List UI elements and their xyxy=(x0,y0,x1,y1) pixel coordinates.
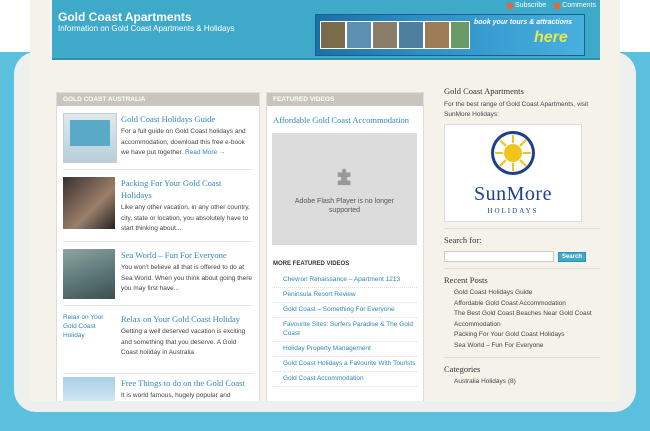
site-title[interactable]: Gold Coast Apartments xyxy=(58,10,192,24)
divider xyxy=(444,268,600,269)
plugin-puzzle-icon xyxy=(337,168,351,186)
banner-photo xyxy=(424,21,450,49)
recent-posts-title: Recent Posts xyxy=(444,275,488,285)
post-thumbnail[interactable] xyxy=(63,177,115,229)
featured-videos-column: FEATURED VIDEOS Affordable Gold Coast Ac… xyxy=(266,92,424,401)
rss-icon xyxy=(507,2,514,9)
banner-photo xyxy=(346,21,372,49)
post-excerpt: For a full guide on Gold Coast holidays … xyxy=(121,127,253,159)
search-label: Search for: xyxy=(444,235,482,245)
sun-logo-icon xyxy=(491,131,535,175)
post-item: Sea World – Fun For Everyone You won't b… xyxy=(63,249,253,306)
banner-text: book your tours & attractions xyxy=(474,19,573,26)
recent-post-link[interactable]: Gold Coast Holidays Guide xyxy=(444,288,600,299)
search-form: Search xyxy=(444,251,600,262)
banner-here: here xyxy=(534,29,568,46)
post-excerpt: It is world famous, hugely popular and xyxy=(121,392,231,399)
gold-coast-column: GOLD COAST AUSTRALIA Gold Coast Holidays… xyxy=(56,92,260,401)
post-excerpt: Like any other vacation, in any other co… xyxy=(121,204,250,232)
more-video-link[interactable]: Gold Coast Holidays a Favourite With Tou… xyxy=(273,357,417,372)
more-video-link[interactable]: Holiday Property Management xyxy=(273,342,417,357)
browser-page: Gold Coast Apartments Information on Gol… xyxy=(0,0,650,401)
more-video-link[interactable]: Gold Coast – Something For Everyone xyxy=(273,303,417,318)
post-thumbnail-alt[interactable]: Relax on Your Gold Coast Holiday xyxy=(63,313,115,353)
read-more-link[interactable]: Read More → xyxy=(185,149,225,156)
more-video-link[interactable]: Chevron Renaissance – Apartment 1213 xyxy=(273,273,417,288)
subscribe-link[interactable]: Subscribe xyxy=(507,2,546,9)
column-heading: FEATURED VIDEOS xyxy=(267,93,423,106)
comments-label: Comments xyxy=(562,2,596,9)
more-video-link[interactable]: Peninsula Resort Review xyxy=(273,288,417,303)
recent-post-link[interactable]: Sea World – Fun For Everyone xyxy=(444,341,600,352)
logo-main-text: SunMore xyxy=(474,183,552,205)
logo-sub-text: HOLIDAYS xyxy=(487,207,539,215)
sidebar-title: Gold Coast Apartments xyxy=(444,86,524,96)
post-title[interactable]: Gold Coast Holidays Guide xyxy=(121,113,253,125)
right-sidebar: Gold Coast Apartments For the best range… xyxy=(444,86,600,387)
post-item: Packing For Your Gold Coast Holidays Lik… xyxy=(63,177,253,242)
rss-icon xyxy=(554,2,561,9)
subscribe-label: Subscribe xyxy=(515,2,547,9)
post-item: Gold Coast Holidays Guide For a full gui… xyxy=(63,113,253,170)
banner-photo xyxy=(320,21,346,49)
sidebar-intro: For the best range of Gold Coast Apartme… xyxy=(444,101,589,118)
comments-link[interactable]: Comments xyxy=(554,2,596,9)
more-videos-list: Chevron Renaissance – Apartment 1213 Pen… xyxy=(273,273,417,387)
column-heading: GOLD COAST AUSTRALIA xyxy=(57,93,259,106)
tours-banner[interactable]: book your tours & attractions here xyxy=(315,14,585,56)
site-header: Gold Coast Apartments Information on Gol… xyxy=(52,0,600,60)
post-title[interactable]: Sea World – Fun For Everyone xyxy=(121,249,253,261)
post-title[interactable]: Packing For Your Gold Coast Holidays xyxy=(121,177,253,201)
divider xyxy=(444,357,600,358)
recent-post-link[interactable]: Packing For Your Gold Coast Holidays xyxy=(444,330,600,341)
post-title[interactable]: Relax on Your Gold Coast Holiday xyxy=(121,313,253,325)
post-thumbnail[interactable] xyxy=(63,113,117,163)
recent-post-link[interactable]: The Best Gold Coast Beaches Near Gold Co… xyxy=(444,309,600,330)
post-title[interactable]: Free Things to do on the Gold Coast xyxy=(121,377,253,389)
more-videos-heading: MORE FEATURED VIDEOS xyxy=(273,261,350,267)
post-thumbnail[interactable] xyxy=(63,249,115,299)
sunmore-logo[interactable]: SunMore HOLIDAYS xyxy=(444,124,582,222)
site-tagline: Information on Gold Coast Apartments & H… xyxy=(58,24,235,33)
post-item: Free Things to do on the Gold Coast It i… xyxy=(63,377,253,401)
post-excerpt: You won't believe all that is offered to… xyxy=(121,264,253,292)
post-item: Relax on Your Gold Coast Holiday Relax o… xyxy=(63,313,253,374)
category-link[interactable]: Australia Holidays (8) xyxy=(444,377,600,387)
search-input[interactable] xyxy=(444,251,554,262)
recent-posts-list: Gold Coast Holidays Guide Affordable Gol… xyxy=(444,288,600,351)
more-video-link[interactable]: Gold Coast Accommodation xyxy=(273,372,417,387)
banner-photo xyxy=(450,21,470,49)
divider xyxy=(444,228,600,229)
more-video-link[interactable]: Favourite Sites: Surfers Paradise & The … xyxy=(273,318,417,342)
featured-video-title[interactable]: Affordable Gold Coast Accommodation xyxy=(273,115,409,125)
thumb-page xyxy=(70,120,110,146)
recent-post-link[interactable]: Affordable Gold Coast Accommodation xyxy=(444,299,600,310)
banner-photo xyxy=(398,21,424,49)
flash-message: Adobe Flash Player is no longer supporte… xyxy=(294,198,395,214)
banner-photo xyxy=(372,21,398,49)
search-button[interactable]: Search xyxy=(558,251,587,262)
post-thumbnail[interactable] xyxy=(63,377,115,401)
flash-player[interactable]: Adobe Flash Player is no longer supporte… xyxy=(272,133,417,245)
categories-title: Categories xyxy=(444,364,481,374)
post-excerpt: Getting a well deserved vacation is exci… xyxy=(121,328,246,356)
header-links: Subscribe Comments xyxy=(507,2,596,9)
excerpt-text: For a full guide on Gold Coast holidays … xyxy=(121,128,246,156)
